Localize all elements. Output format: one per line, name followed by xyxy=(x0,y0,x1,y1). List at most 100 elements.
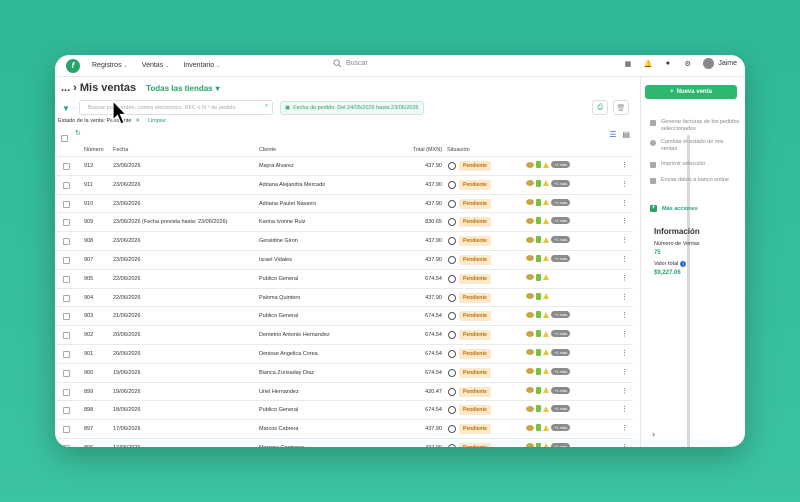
print-selection-action[interactable]: Imprimir selección xyxy=(650,161,740,168)
more-options-icon[interactable]: ⋮ xyxy=(621,255,628,263)
delete-button[interactable]: 🗑 xyxy=(613,100,629,115)
filter-icon[interactable]: ▼ xyxy=(58,101,74,115)
table-row[interactable]: 905 22/06/2026 Publico General 674.54 Pe… xyxy=(55,268,633,288)
bell-icon[interactable]: 🔔 xyxy=(643,59,652,68)
row-checkbox[interactable] xyxy=(63,238,70,246)
select-all-checkbox[interactable] xyxy=(61,135,68,142)
sales-search-input[interactable]: Buscar por nombre, correo electrónico, R… xyxy=(79,100,273,115)
store-selector[interactable]: Todas las tiendas ▾ xyxy=(146,84,220,93)
more-tag[interactable]: +1 más xyxy=(551,161,571,168)
app-logo[interactable]: f xyxy=(66,58,80,73)
table-row[interactable]: 912 23/06/2026 Mayra Alvarez 437.90 Pend… xyxy=(55,156,633,175)
more-tag[interactable]: +1 más xyxy=(551,236,571,244)
column-total[interactable]: Total (MXN) xyxy=(413,147,442,153)
date-filter-chip[interactable]: ▣ Fecha de pedido: Del 24/05/2026 hasta … xyxy=(280,101,424,115)
new-sale-button[interactable]: + Nueva venta xyxy=(645,85,737,99)
column-status[interactable]: Situación xyxy=(447,147,470,153)
table-row[interactable]: 901 20/06/2026 Denisse Angelica Corea 67… xyxy=(55,343,633,363)
order-number[interactable]: 902 xyxy=(84,332,93,338)
table-row[interactable]: 904 22/06/2026 Paloma Quintero 437.90 Pe… xyxy=(55,287,633,307)
order-number[interactable]: 908 xyxy=(84,238,93,244)
order-number[interactable]: 904 xyxy=(84,295,93,301)
column-number[interactable]: Número xyxy=(84,147,104,153)
row-checkbox[interactable] xyxy=(63,369,70,377)
breadcrumb[interactable]: ... xyxy=(61,82,70,94)
order-number[interactable]: 901 xyxy=(84,351,93,357)
order-number[interactable]: 903 xyxy=(84,313,93,319)
row-checkbox[interactable] xyxy=(63,388,70,396)
menu-ventas[interactable]: Ventas ⌄ xyxy=(142,62,170,69)
column-settings-icon[interactable]: ▤ xyxy=(622,130,630,139)
chevron-right-icon[interactable]: › xyxy=(652,429,655,439)
row-checkbox[interactable] xyxy=(63,313,70,321)
order-number[interactable]: 898 xyxy=(84,407,93,413)
more-tag[interactable]: +1 más xyxy=(551,217,571,225)
more-tag[interactable]: +1 más xyxy=(551,179,571,187)
more-tag[interactable]: +1 más xyxy=(551,330,571,338)
order-number[interactable]: 897 xyxy=(84,426,93,432)
table-row[interactable]: 909 23/06/2026 (Fecha prevista hasta: 23… xyxy=(55,212,633,231)
more-options-icon[interactable]: ⋮ xyxy=(621,443,628,447)
clear-filters-link[interactable]: Limpiar xyxy=(148,118,166,124)
more-options-icon[interactable]: ⋮ xyxy=(621,217,628,225)
more-options-icon[interactable]: ⋮ xyxy=(621,424,628,432)
row-checkbox[interactable] xyxy=(63,294,70,302)
row-checkbox[interactable] xyxy=(63,350,70,358)
search-icon[interactable]: ⌕ xyxy=(265,103,268,110)
more-options-icon[interactable]: ⋮ xyxy=(621,349,628,357)
table-row[interactable]: 898 18/06/2026 Publico General 674.54 Pe… xyxy=(55,400,633,419)
row-checkbox[interactable] xyxy=(63,256,70,264)
print-button[interactable]: ⎙ xyxy=(592,100,608,115)
more-options-icon[interactable]: ⋮ xyxy=(621,368,628,376)
more-tag[interactable]: +1 más xyxy=(551,424,571,432)
gear-icon[interactable]: ⚙ xyxy=(683,59,692,68)
row-checkbox[interactable] xyxy=(63,200,70,208)
info-icon[interactable]: i xyxy=(680,261,687,267)
order-number[interactable]: 896 xyxy=(84,445,93,447)
more-options-icon[interactable]: ⋮ xyxy=(621,180,628,188)
table-row[interactable]: 910 23/06/2026 Adriana Paulet Navarro 43… xyxy=(55,193,633,213)
more-options-icon[interactable]: ⋮ xyxy=(621,293,628,301)
more-options-icon[interactable]: ⋮ xyxy=(621,199,628,207)
row-checkbox[interactable] xyxy=(63,275,70,283)
more-options-icon[interactable]: ⋮ xyxy=(621,236,628,244)
row-checkbox[interactable] xyxy=(63,444,70,447)
help-icon[interactable]: ● xyxy=(663,59,672,68)
more-tag[interactable]: +1 más xyxy=(551,367,571,375)
generate-invoices-action[interactable]: Generar facturas de los pedidos seleccio… xyxy=(650,119,740,133)
menu-registros[interactable]: Registros ⌄ xyxy=(92,62,128,69)
table-row[interactable]: 900 19/06/2026 Bianca Zurisaday Diaz 674… xyxy=(55,362,633,382)
order-number[interactable]: 905 xyxy=(84,276,93,282)
table-row[interactable]: 899 19/06/2026 Uriel Hernandez 420.47 Pe… xyxy=(55,381,633,401)
send-bank-action[interactable]: Enviar datos a banco online xyxy=(650,177,740,184)
more-tag[interactable]: +1 más xyxy=(551,348,571,356)
table-row[interactable]: 911 23/06/2026 Adriana Alejandra Mercado… xyxy=(55,174,633,194)
order-number[interactable]: 912 xyxy=(84,163,93,169)
order-number[interactable]: 910 xyxy=(84,201,93,207)
table-row[interactable]: 908 23/06/2026 Geraldine Giron 437.90 Pe… xyxy=(55,231,633,250)
list-view-icon[interactable]: ☰ xyxy=(609,130,616,139)
more-options-icon[interactable]: ⋮ xyxy=(621,405,628,413)
row-checkbox[interactable] xyxy=(63,426,70,434)
row-checkbox[interactable] xyxy=(63,181,70,189)
refresh-icon[interactable]: ↻ xyxy=(75,129,81,137)
table-row[interactable]: 896 17/06/2026 Mariana Contreras 437.90 … xyxy=(55,437,633,447)
more-tag[interactable]: +1 más xyxy=(551,405,571,413)
column-date[interactable]: Fecha xyxy=(113,147,128,153)
table-row[interactable]: 897 17/06/2026 Marcos Cabrera 437.90 Pen… xyxy=(55,419,633,438)
change-status-action[interactable]: Cambiar el estado de mis ventas xyxy=(650,139,740,153)
more-tag[interactable]: +1 más xyxy=(551,442,571,447)
apps-grid-icon[interactable]: ▦ xyxy=(623,59,632,68)
order-number[interactable]: 911 xyxy=(84,182,93,188)
menu-inventario[interactable]: Inventario ⌄ xyxy=(183,62,220,69)
order-number[interactable]: 907 xyxy=(84,257,93,263)
table-row[interactable]: 903 21/06/2026 Publico General 674.54 Pe… xyxy=(55,306,633,325)
more-options-icon[interactable]: ⋮ xyxy=(621,311,628,319)
more-actions-link[interactable]: + Más acciones xyxy=(650,205,698,212)
more-options-icon[interactable]: ⋮ xyxy=(621,274,628,282)
close-icon[interactable]: ✕ xyxy=(135,118,140,124)
order-number[interactable]: 900 xyxy=(84,370,93,376)
order-number[interactable]: 899 xyxy=(84,389,93,395)
more-tag[interactable]: +1 más xyxy=(551,311,571,319)
row-checkbox[interactable] xyxy=(63,407,70,415)
